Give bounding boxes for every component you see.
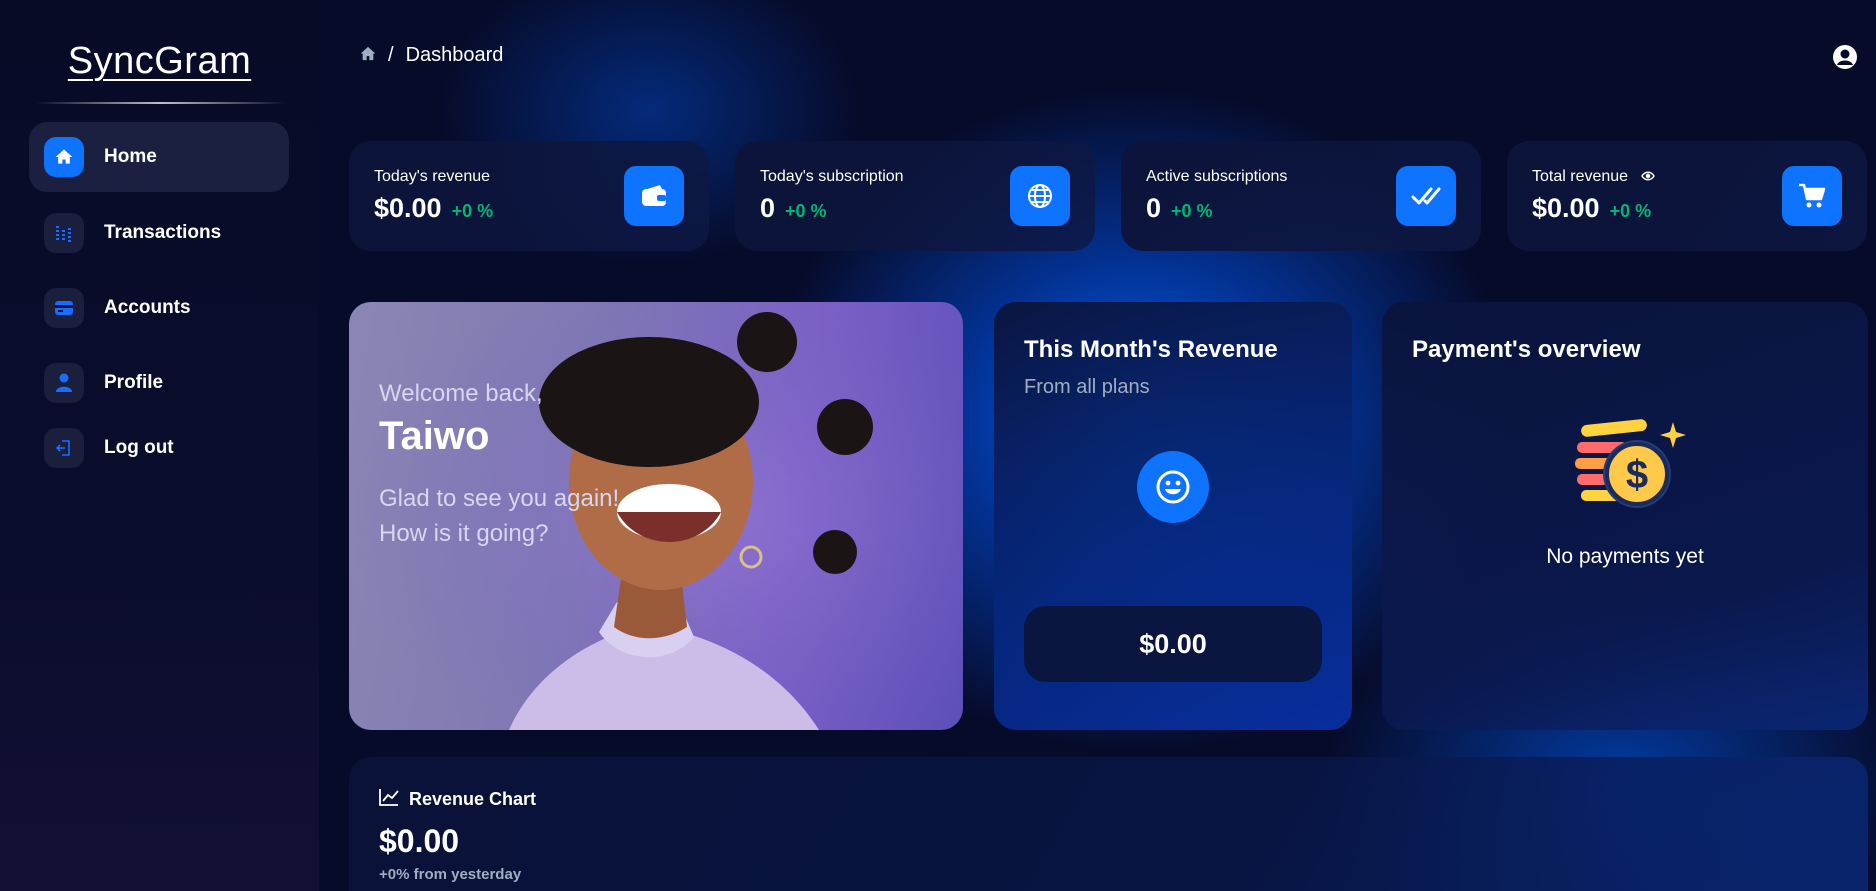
home-icon <box>44 137 84 177</box>
stat-title: Total revenue <box>1532 168 1629 186</box>
card-icon <box>44 288 84 328</box>
line-chart-icon <box>379 788 399 811</box>
chart-subtitle: +0% from yesterday <box>379 866 522 883</box>
stat-title-row: Total revenue <box>1532 168 1655 186</box>
globe-icon <box>1010 166 1070 226</box>
home-icon[interactable] <box>360 44 376 67</box>
eye-icon[interactable] <box>1640 168 1655 186</box>
card-title: Payment's overview <box>1412 336 1641 363</box>
double-check-icon <box>1396 166 1456 226</box>
sidebar-item-accounts[interactable]: Accounts <box>29 273 289 343</box>
svg-text:$: $ <box>1626 453 1648 497</box>
chart-title: Revenue Chart <box>409 789 537 809</box>
card-title: This Month's Revenue <box>1024 336 1278 363</box>
stat-change: +0 % <box>785 201 827 221</box>
sidebar-item-profile[interactable]: Profile <box>29 348 289 418</box>
chart-bars-icon <box>44 213 84 253</box>
stat-change: +0 % <box>451 201 494 221</box>
welcome-greeting: Welcome back, <box>379 380 543 407</box>
app-logo[interactable]: SyncGram <box>0 40 319 83</box>
chart-value: $0.00 <box>379 823 460 859</box>
month-revenue-value: $0.00 <box>1024 606 1322 682</box>
payment-overview-card: Payment's overview $ No payments yet <box>1382 302 1868 730</box>
stat-card-active-subscriptions: Active subscriptions 0 +0 % <box>1121 141 1481 251</box>
sidebar-item-label: Accounts <box>104 297 191 318</box>
coin-stack-icon: $ <box>1575 419 1686 508</box>
stat-value: $0.00 <box>374 193 442 223</box>
welcome-card: Welcome back, Taiwo Glad to see you agai… <box>349 302 963 730</box>
stat-card-todays-revenue: Today's revenue $0.00 +0 % <box>349 141 709 251</box>
sidebar-item-label: Home <box>104 146 157 167</box>
wallet-icon <box>624 166 684 226</box>
month-revenue-card: This Month's Revenue From all plans $0.0… <box>994 302 1352 730</box>
breadcrumb-separator: / <box>388 44 394 66</box>
no-payments-text: No payments yet <box>1546 545 1704 568</box>
sidebar: SyncGram Home Transactions Accounts Prof… <box>0 0 319 891</box>
sidebar-item-home[interactable]: Home <box>29 122 289 192</box>
stat-value: 0 <box>760 193 776 223</box>
welcome-text: Welcome back, Taiwo Glad to see you agai… <box>379 380 619 551</box>
logout-icon <box>44 428 84 468</box>
stat-card-total-revenue: Total revenue $0.00 +0 % <box>1507 141 1867 251</box>
stat-change: +0 % <box>1609 201 1652 221</box>
sidebar-item-logout[interactable]: Log out <box>29 413 289 483</box>
sidebar-item-label: Log out <box>104 437 174 458</box>
stat-card-todays-subscription: Today's subscription 0 +0 % <box>735 141 1095 251</box>
stat-change: +0 % <box>1171 201 1213 221</box>
sidebar-item-label: Transactions <box>104 222 222 243</box>
stat-title: Today's subscription <box>760 168 904 185</box>
revenue-chart-card: Revenue Chart $0.00 +0% from yesterday <box>349 757 1868 891</box>
stat-title: Today's revenue <box>374 168 491 185</box>
welcome-line-1: Glad to see you again! <box>379 485 620 512</box>
sidebar-item-label: Profile <box>104 372 164 393</box>
welcome-name: Taiwo <box>379 414 490 458</box>
stat-value: 0 <box>1146 193 1162 223</box>
person-icon <box>44 363 84 403</box>
cart-icon <box>1782 166 1842 226</box>
card-subtitle: From all plans <box>1024 376 1150 398</box>
breadcrumb: / Dashboard <box>360 44 503 67</box>
stat-value: $0.00 <box>1532 193 1600 223</box>
welcome-line-2: How is it going? <box>379 520 549 547</box>
stat-title: Active subscriptions <box>1146 168 1288 185</box>
breadcrumb-current: Dashboard <box>405 44 504 66</box>
sidebar-item-transactions[interactable]: Transactions <box>29 198 289 268</box>
user-circle-icon[interactable] <box>1832 44 1858 70</box>
smile-icon <box>1137 451 1209 523</box>
logo-divider <box>36 102 286 104</box>
